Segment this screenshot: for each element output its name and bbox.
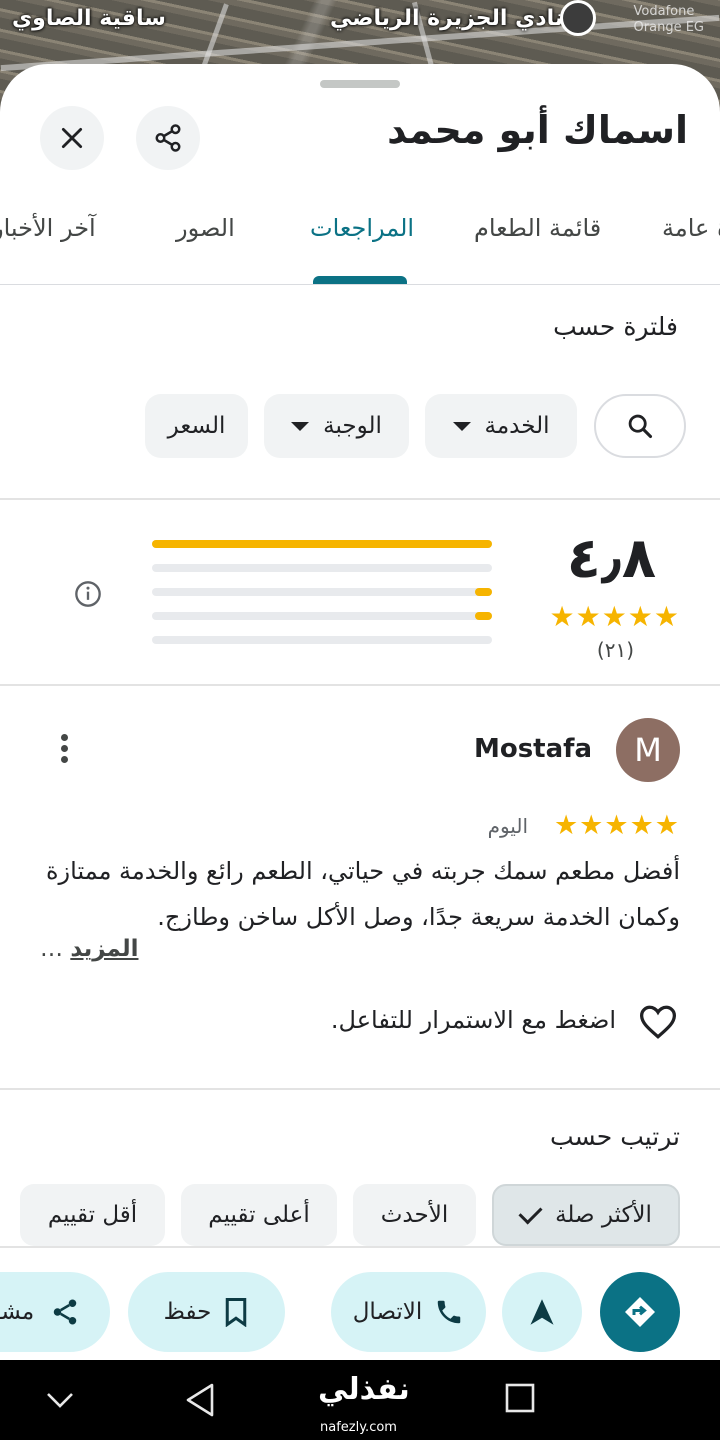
share-icon [155,124,181,152]
action-bar: الاتصال حفظ مشاركة [0,1246,720,1360]
map-pin-icon[interactable] [560,0,596,36]
rating-bar-fill [475,588,492,596]
sort-newest[interactable]: الأحدث [353,1184,476,1246]
tab-menu[interactable]: قائمة الطعام [474,214,601,242]
rating-bar-4 [152,564,492,572]
close-button[interactable] [40,106,104,170]
more-options-icon[interactable] [56,734,72,768]
ellipsis: … [40,936,63,962]
active-tab-indicator [313,276,407,284]
chevron-down-icon [291,421,310,431]
filter-chip-price[interactable]: السعر [145,394,248,458]
rating-bar-2 [152,612,492,620]
review-stars: ★★★★★ [553,810,680,841]
filter-chip-meal[interactable]: الوجبة [264,394,409,458]
save-label: حفظ [163,1299,212,1325]
rating-bar-fill [475,612,492,620]
rating-bar-5 [152,540,492,548]
sort-most-relevant[interactable]: الأكثر صلة [492,1184,680,1246]
place-title: اسماك أبو محمد [387,108,688,152]
tab-photos[interactable]: الصور [176,214,235,242]
share-place-button[interactable] [136,106,200,170]
sort-label: الأكثر صلة [555,1202,652,1228]
tab-reviews[interactable]: المراجعات [310,214,414,242]
share-label: مشاركة [0,1299,35,1325]
search-reviews-button[interactable] [594,394,686,458]
review-text: أفضل مطعم سمك جربته في حياتي، الطعم رائع… [45,857,680,931]
sort-label: الأحدث [380,1202,449,1228]
map-label-gezira-club: نادي الجزيرة الرياضي [330,6,564,31]
map-attribution: Vodafone Orange EG [634,4,704,36]
heart-icon[interactable] [638,1004,678,1040]
review-date: اليوم [487,814,528,838]
rating-bar-fill [152,540,492,548]
call-label: الاتصال [352,1299,423,1325]
divider [0,1088,720,1090]
read-more-label: المزيد [70,936,139,962]
directions-button[interactable] [600,1272,680,1352]
watermark-url: nafezly.com [320,1420,397,1435]
sort-label: أعلى تقييم [208,1202,310,1228]
directions-icon [625,1297,655,1327]
divider [0,498,720,500]
call-button[interactable]: الاتصال [331,1272,486,1352]
recents-icon[interactable] [504,1382,536,1414]
place-sheet: اسماك أبو محمد نظرة عامة قائمة الطعام ال… [0,64,720,1360]
phone-icon [438,1300,461,1324]
average-rating-stars: ★★★★★ [549,600,680,633]
react-prompt: اضغط مع الاستمرار للتفاعل. [330,1006,616,1034]
close-icon [61,127,83,149]
filter-title: فلترة حسب [553,312,678,341]
read-more-link[interactable]: المزيد … [40,936,138,962]
filter-chip-label: السعر [167,413,226,439]
avatar[interactable]: M [616,718,680,782]
share-button[interactable]: مشاركة [0,1272,110,1352]
bookmark-icon [226,1298,247,1327]
info-icon[interactable] [74,580,102,608]
carrier-1: Vodafone [633,4,695,19]
start-navigation-button[interactable] [502,1272,582,1352]
sort-highest[interactable]: أعلى تقييم [181,1184,337,1246]
sort-title: ترتيب حسب [549,1122,680,1151]
tab-overview[interactable]: نظرة عامة [662,214,720,242]
divider [0,684,720,686]
chevron-down-icon[interactable] [44,1388,76,1412]
drag-handle[interactable] [320,80,400,88]
save-button[interactable]: حفظ [128,1272,285,1352]
watermark-logo: نفذلي [318,1372,410,1407]
tab-bar: نظرة عامة قائمة الطعام المراجعات الصور آ… [0,194,720,285]
tab-updates[interactable]: آخر الأخبار [0,214,96,242]
back-icon[interactable] [184,1382,216,1418]
navigation-arrow-icon [530,1299,554,1325]
rating-bar-1 [152,636,492,644]
search-icon [628,414,653,439]
filter-chip-service[interactable]: الخدمة [425,394,577,458]
check-icon [518,1199,543,1225]
filter-chip-label: الخدمة [484,413,550,439]
rating-bar-3 [152,588,492,596]
average-rating: ٤٫٨ [566,526,656,591]
sort-label: أقل تقييم [47,1202,138,1228]
chevron-down-icon [452,421,471,431]
reviewer-name[interactable]: Mostafa [474,734,592,764]
review-count[interactable]: (٢١) [597,638,634,662]
map-label-sakia: ساقية الصاوي [12,6,166,31]
filter-chip-label: الوجبة [323,413,382,439]
share-icon [53,1299,77,1325]
sort-lowest[interactable]: أقل تقييم [20,1184,165,1246]
carrier-2: Orange EG [633,20,704,35]
